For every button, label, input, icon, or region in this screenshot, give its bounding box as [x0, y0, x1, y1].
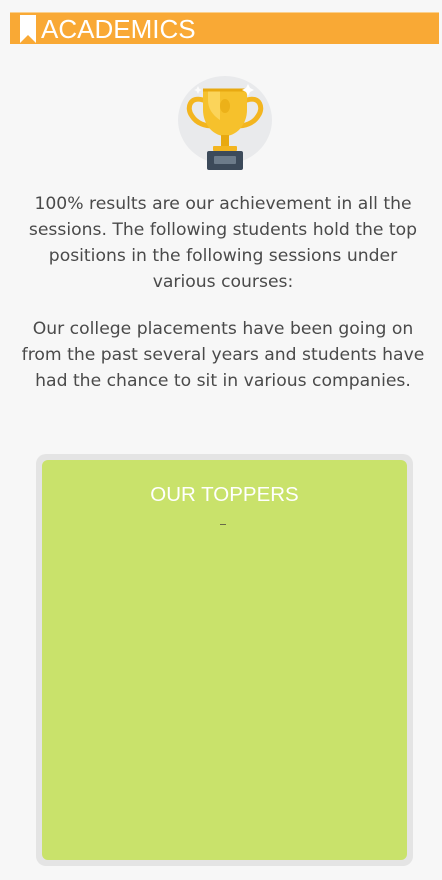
- trophy-icon: [170, 76, 280, 172]
- toppers-panel: OUR TOPPERS: [42, 460, 407, 860]
- bookmark-icon: [20, 14, 36, 43]
- toppers-title: OUR TOPPERS: [150, 483, 299, 506]
- section-title: ACADEMICS: [41, 13, 196, 44]
- placements-paragraph: Our college placements have been going o…: [21, 319, 425, 391]
- section-header: ACADEMICS: [10, 12, 439, 44]
- toppers-card: OUR TOPPERS: [36, 454, 413, 866]
- toppers-divider: [220, 524, 226, 525]
- results-paragraph: 100% results are our achievement in all …: [28, 194, 418, 292]
